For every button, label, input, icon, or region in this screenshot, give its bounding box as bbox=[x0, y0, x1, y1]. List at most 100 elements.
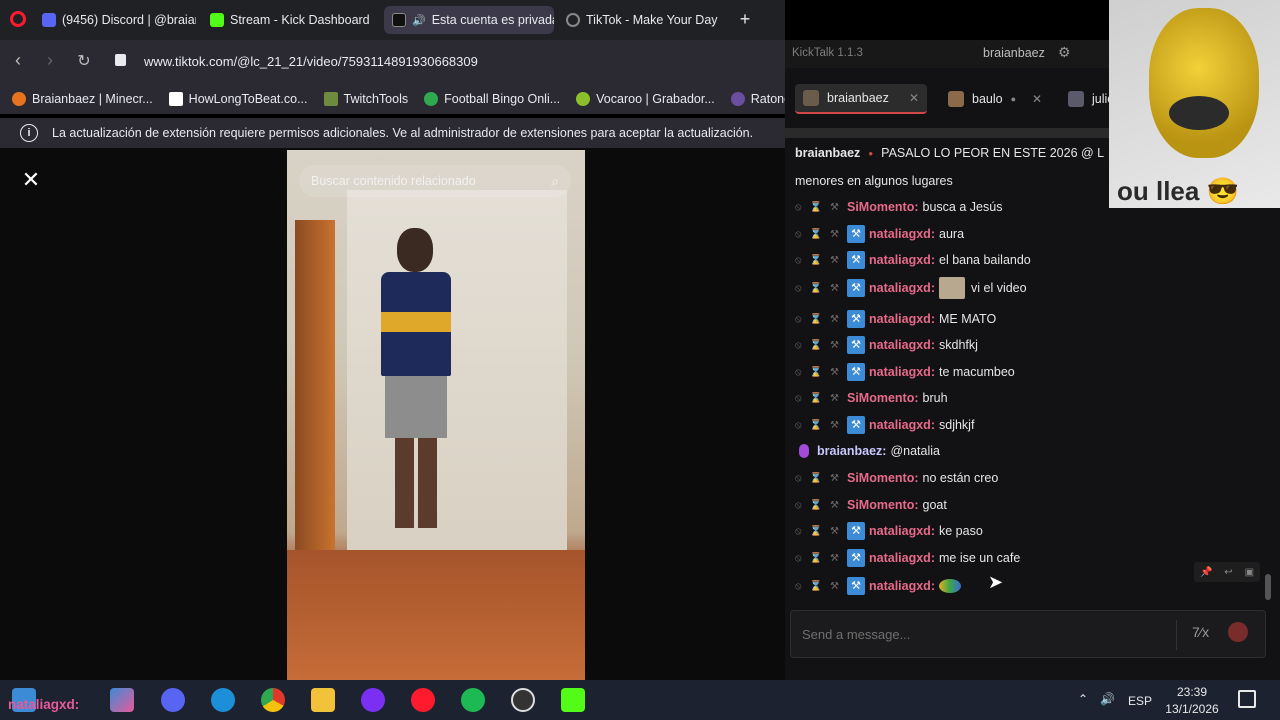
timeout-icon[interactable]: ⌛ bbox=[810, 581, 822, 592]
timeout-icon[interactable]: ⌛ bbox=[810, 393, 822, 404]
chat-username[interactable]: braianbaez: bbox=[817, 444, 886, 458]
ban-icon[interactable]: ⦸ bbox=[795, 526, 802, 537]
back-icon[interactable]: ‹ bbox=[8, 50, 28, 71]
mod-tools[interactable]: ⦸ ⌛ ⚒ bbox=[795, 255, 847, 266]
chat-username[interactable]: nataliagxd: bbox=[869, 312, 935, 326]
reload-icon[interactable]: ↻ bbox=[74, 51, 94, 71]
close-icon[interactable]: ✕ bbox=[18, 167, 44, 193]
timeout-icon[interactable]: ⌛ bbox=[810, 553, 822, 564]
hammer-icon[interactable]: ⚒ bbox=[830, 581, 839, 592]
timeout-icon[interactable]: ⌛ bbox=[810, 367, 822, 378]
hammer-icon[interactable]: ⚒ bbox=[830, 340, 839, 351]
chat-username[interactable]: nataliagxd: bbox=[869, 418, 935, 432]
language-indicator[interactable]: ESP bbox=[1128, 694, 1152, 708]
ban-icon[interactable]: ⦸ bbox=[795, 393, 802, 404]
chat-message[interactable]: braianbaez: @natalia bbox=[795, 441, 940, 461]
hammer-icon[interactable]: ⚒ bbox=[830, 314, 839, 325]
ban-icon[interactable]: ⦸ bbox=[795, 500, 802, 511]
timeout-icon[interactable]: ⌛ bbox=[810, 420, 822, 431]
mod-tools[interactable]: ⦸ ⌛ ⚒ bbox=[795, 393, 847, 404]
mod-tools[interactable]: ⦸ ⌛ ⚒ bbox=[795, 367, 847, 378]
opera-logo[interactable] bbox=[10, 11, 26, 27]
chat-username[interactable]: nataliagxd: bbox=[869, 551, 935, 565]
mod-tools[interactable]: ⦸ ⌛ ⚒ bbox=[795, 526, 847, 537]
ban-icon[interactable]: ⦸ bbox=[795, 283, 802, 294]
bookmark-item[interactable]: Braianbaez | Minecr... bbox=[12, 92, 153, 106]
chat-message[interactable]: ⦸ ⌛ ⚒ ⚒ nataliagxd: me ise un cafe bbox=[795, 548, 1020, 568]
ban-icon[interactable]: ⦸ bbox=[795, 581, 802, 592]
chat-message[interactable]: ⦸ ⌛ ⚒ SiMomento: goat bbox=[795, 495, 947, 515]
close-icon[interactable]: ✕ bbox=[1032, 92, 1042, 106]
chat-username[interactable]: nataliagxd: bbox=[869, 365, 935, 379]
chat-message[interactable]: ⦸ ⌛ ⚒ ⚒ nataliagxd: te macumbeo bbox=[795, 362, 1015, 382]
lock-icon[interactable] bbox=[115, 54, 126, 66]
kicktalk-username[interactable]: braianbaez bbox=[983, 46, 1045, 60]
bookmark-item[interactable]: Vocaroo | Grabador... bbox=[576, 92, 715, 106]
chat-message[interactable]: ⦸ ⌛ ⚒ ⚒ nataliagxd: aura bbox=[795, 224, 964, 244]
timeout-icon[interactable]: ⌛ bbox=[810, 340, 822, 351]
emote-picker-icon[interactable] bbox=[1228, 622, 1248, 642]
chat-username[interactable]: nataliagxd: bbox=[869, 253, 935, 267]
chat-username[interactable]: nataliagxd: bbox=[869, 579, 935, 593]
notifications-icon[interactable] bbox=[1238, 690, 1256, 708]
discord-icon[interactable] bbox=[161, 688, 185, 712]
chat-scrollbar[interactable] bbox=[1265, 574, 1271, 600]
chat-username[interactable]: nataliagxd: bbox=[869, 338, 935, 352]
copilot-icon[interactable] bbox=[110, 688, 134, 712]
chat-message[interactable]: ⦸ ⌛ ⚒ ⚒ nataliagxd: bbox=[795, 576, 961, 596]
related-search-input[interactable]: Buscar contenido relacionado ⌕ bbox=[299, 165, 571, 197]
chat-username[interactable]: SiMomento: bbox=[847, 200, 919, 214]
mod-tools[interactable]: ⦸ ⌛ ⚒ bbox=[795, 473, 847, 484]
mod-tools[interactable]: ⦸ ⌛ ⚒ bbox=[795, 340, 847, 351]
chat-tab-braianbaez[interactable]: braianbaez ✕ bbox=[795, 84, 927, 114]
ban-icon[interactable]: ⦸ bbox=[795, 255, 802, 266]
bookmark-item[interactable]: TwitchTools bbox=[323, 92, 408, 106]
mod-tools[interactable]: ⦸ ⌛ ⚒ bbox=[795, 229, 847, 240]
chat-message[interactable]: ⦸ ⌛ ⚒ ⚒ nataliagxd: ME MATO bbox=[795, 309, 996, 329]
hammer-icon[interactable]: ⚒ bbox=[830, 526, 839, 537]
mod-tools[interactable]: ⦸ ⌛ ⚒ bbox=[795, 314, 847, 325]
ban-icon[interactable]: ⦸ bbox=[795, 229, 802, 240]
bookmark-item[interactable]: Football Bingo Onli... bbox=[424, 92, 560, 106]
mod-tools[interactable]: ⦸ ⌛ ⚒ bbox=[795, 202, 847, 213]
taskbar-clock[interactable]: 23:39 13/1/2026 bbox=[1165, 684, 1219, 718]
chat-username[interactable]: nataliagxd: bbox=[869, 281, 935, 295]
ban-icon[interactable]: ⦸ bbox=[795, 340, 802, 351]
chat-username[interactable]: nataliagxd: bbox=[869, 227, 935, 241]
emote-image[interactable] bbox=[939, 579, 961, 593]
speaker-icon[interactable]: 🔊 bbox=[412, 14, 426, 27]
mod-tools[interactable]: ⦸ ⌛ ⚒ bbox=[795, 283, 847, 294]
obs-icon[interactable] bbox=[511, 688, 535, 712]
mod-tools[interactable]: ⦸ ⌛ ⚒ bbox=[795, 581, 847, 592]
close-icon[interactable]: ✕ bbox=[909, 91, 919, 105]
timeout-icon[interactable]: ⌛ bbox=[810, 255, 822, 266]
mod-tools[interactable]: ⦸ ⌛ ⚒ bbox=[795, 500, 847, 511]
tab-tiktok-private[interactable]: 🔊 Esta cuenta es privada bbox=[384, 6, 554, 34]
tab-discord[interactable]: (9456) Discord | @braianb bbox=[34, 6, 196, 34]
new-tab-button[interactable]: + bbox=[736, 10, 754, 28]
ban-icon[interactable]: ⦸ bbox=[795, 202, 802, 213]
timeout-icon[interactable]: ⌛ bbox=[810, 229, 822, 240]
chat-message[interactable]: ⦸ ⌛ ⚒ ⚒ nataliagxd: sdjhkjf bbox=[795, 415, 974, 435]
hammer-icon[interactable]: ⚒ bbox=[830, 283, 839, 294]
timeout-icon[interactable]: ⌛ bbox=[810, 473, 822, 484]
chat-message[interactable]: ⦸ ⌛ ⚒ ⚒ nataliagxd: el bana bailando bbox=[795, 250, 1031, 270]
chat-username[interactable]: nataliagxd: bbox=[869, 524, 935, 538]
ban-icon[interactable]: ⦸ bbox=[795, 367, 802, 378]
hammer-icon[interactable]: ⚒ bbox=[830, 420, 839, 431]
ban-icon[interactable]: ⦸ bbox=[795, 553, 802, 564]
chat-message[interactable]: ⦸ ⌛ ⚒ ⚒ nataliagxd: vi el video bbox=[795, 277, 1027, 299]
speaker-icon[interactable]: 🔊 bbox=[1100, 692, 1115, 706]
edge-icon[interactable] bbox=[211, 688, 235, 712]
timeout-icon[interactable]: ⌛ bbox=[810, 283, 822, 294]
tab-kick-dashboard[interactable]: Stream - Kick Dashboard bbox=[202, 6, 374, 34]
hammer-icon[interactable]: ⚒ bbox=[830, 229, 839, 240]
chat-message[interactable]: ⦸ ⌛ ⚒ SiMomento: no están creo bbox=[795, 468, 998, 488]
hammer-icon[interactable]: ⚒ bbox=[830, 553, 839, 564]
chat-username[interactable]: SiMomento: bbox=[847, 471, 919, 485]
ban-icon[interactable]: ⦸ bbox=[795, 420, 802, 431]
chat-message-input[interactable] bbox=[802, 624, 1172, 644]
chat-message[interactable]: menores en algunos lugares bbox=[795, 171, 953, 191]
video-player[interactable] bbox=[287, 150, 585, 680]
search-icon[interactable]: ⌕ bbox=[551, 173, 559, 190]
